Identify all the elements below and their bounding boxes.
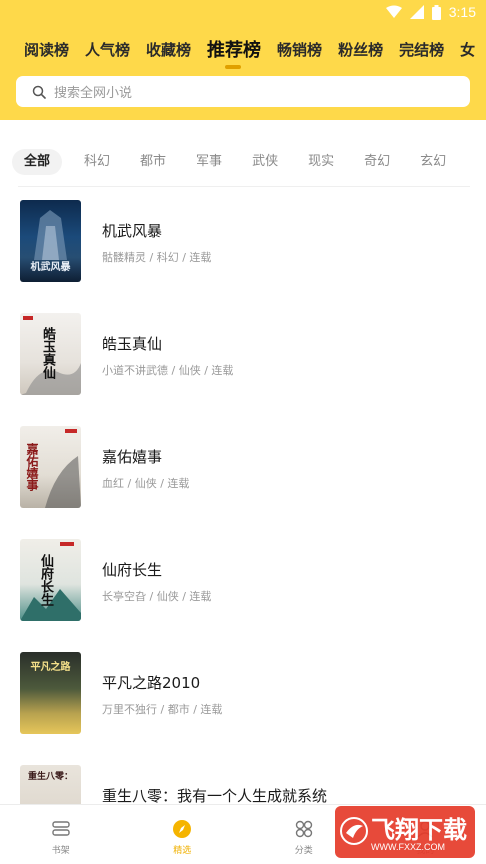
- battery-icon: [431, 4, 441, 20]
- rank-tab-active[interactable]: 推荐榜: [207, 36, 261, 62]
- status-bar: 3:15: [0, 0, 486, 26]
- watermark-url: WWW.FXXZ.COM: [371, 842, 445, 852]
- cover-title: 皓玉真仙: [40, 327, 55, 379]
- tab-label: 分类: [294, 846, 313, 856]
- rank-tab[interactable]: 女: [460, 39, 475, 60]
- watermark-text: 飞翔下载: [371, 816, 467, 844]
- book-title: 皓玉真仙: [102, 335, 163, 353]
- category-icon: [295, 820, 312, 838]
- cover-title: 平凡之路: [30, 662, 71, 673]
- book-cover: 嘉佑嬉事: [20, 426, 81, 508]
- search-placeholder: 搜索全网小说: [54, 86, 133, 101]
- book-meta: 长亭空旮 / 仙侠 / 连载: [102, 590, 212, 603]
- cover-title: 机武风暴: [30, 262, 71, 273]
- tab-label: 精选: [173, 846, 192, 856]
- filter-chip-active[interactable]: 全部: [12, 149, 63, 175]
- book-title: 嘉佑嬉事: [102, 448, 163, 466]
- book-item[interactable]: 皓玉真仙 皓玉真仙 小道不讲武德 / 仙侠 / 连载: [0, 313, 486, 426]
- tab-featured[interactable]: 精选: [122, 805, 244, 864]
- divider: [18, 186, 470, 187]
- book-title: 重生八零：我有一个人生成就系统: [102, 787, 328, 805]
- cover-title: 嘉佑嬉事: [25, 443, 39, 491]
- book-meta: 血红 / 仙侠 / 连载: [102, 477, 190, 490]
- book-meta: 小道不讲武德 / 仙侠 / 连载: [102, 364, 234, 377]
- rank-tab-indicator: [225, 65, 241, 69]
- bookshelf-icon: [52, 821, 70, 836]
- filter-chip[interactable]: 武侠: [252, 149, 278, 175]
- book-item[interactable]: 平凡之路 平凡之路2010 万里不独行 / 都市 / 连载: [0, 652, 486, 765]
- rank-tab[interactable]: 畅销榜: [277, 39, 322, 60]
- cover-title: 重生八零：: [27, 772, 73, 782]
- search-bar[interactable]: 搜索全网小说: [16, 76, 470, 107]
- filter-chip[interactable]: 奇幻: [364, 149, 390, 175]
- book-item[interactable]: 机武风暴 机武风暴 骷髅精灵 / 科幻 / 连载: [0, 200, 486, 313]
- filter-chip[interactable]: 玄幻: [420, 149, 446, 175]
- cover-title: 仙府长生: [38, 554, 53, 606]
- compass-icon: [173, 820, 192, 838]
- status-time: 3:15: [448, 4, 476, 20]
- category-filters: 全部 科幻 都市 军事 武侠 现实 奇幻 玄幻: [0, 148, 486, 176]
- filter-chip[interactable]: 现实: [308, 149, 334, 175]
- book-title: 仙府长生: [102, 561, 163, 579]
- tab-bookshelf[interactable]: 书架: [0, 805, 122, 864]
- book-cover: 平凡之路: [20, 652, 81, 734]
- watermark-logo: 飞翔下载 WWW.FXXZ.COM: [335, 806, 475, 858]
- book-cover: 机武风暴: [20, 200, 81, 282]
- book-item[interactable]: 仙府长生 仙府长生 长亭空旮 / 仙侠 / 连载: [0, 539, 486, 652]
- search-icon: [32, 85, 46, 99]
- tab-label: 书架: [51, 846, 70, 856]
- book-item[interactable]: 嘉佑嬉事 嘉佑嬉事 血红 / 仙侠 / 连载: [0, 426, 486, 539]
- filter-chip[interactable]: 军事: [196, 149, 222, 175]
- book-cover: 皓玉真仙: [20, 313, 81, 395]
- filter-chip[interactable]: 都市: [140, 149, 166, 175]
- wifi-icon: [385, 5, 402, 18]
- book-meta: 骷髅精灵 / 科幻 / 连载: [102, 251, 212, 264]
- header: 3:15 阅读榜 人气榜 收藏榜 推荐榜 畅销榜 粉丝榜 完结榜 女 搜索全网小…: [0, 0, 486, 120]
- rank-tab[interactable]: 阅读榜: [24, 39, 69, 60]
- signal-icon: [409, 5, 424, 19]
- rank-tab[interactable]: 完结榜: [399, 39, 444, 60]
- book-list: 机武风暴 机武风暴 骷髅精灵 / 科幻 / 连载 皓玉真仙 皓玉真仙 小道不讲武…: [0, 200, 486, 864]
- bird-logo-icon: [340, 817, 368, 845]
- rank-tab[interactable]: 粉丝榜: [338, 39, 383, 60]
- book-cover: 仙府长生: [20, 539, 81, 621]
- rank-tabs: 阅读榜 人气榜 收藏榜 推荐榜 畅销榜 粉丝榜 完结榜 女: [0, 34, 486, 64]
- book-title: 平凡之路2010: [102, 674, 201, 692]
- rank-tab[interactable]: 收藏榜: [146, 39, 191, 60]
- rank-tab[interactable]: 人气榜: [85, 39, 130, 60]
- filter-chip[interactable]: 科幻: [84, 149, 110, 175]
- book-title: 机武风暴: [102, 222, 163, 240]
- book-meta: 万里不独行 / 都市 / 连载: [102, 703, 223, 716]
- status-icons: 3:15: [385, 4, 476, 20]
